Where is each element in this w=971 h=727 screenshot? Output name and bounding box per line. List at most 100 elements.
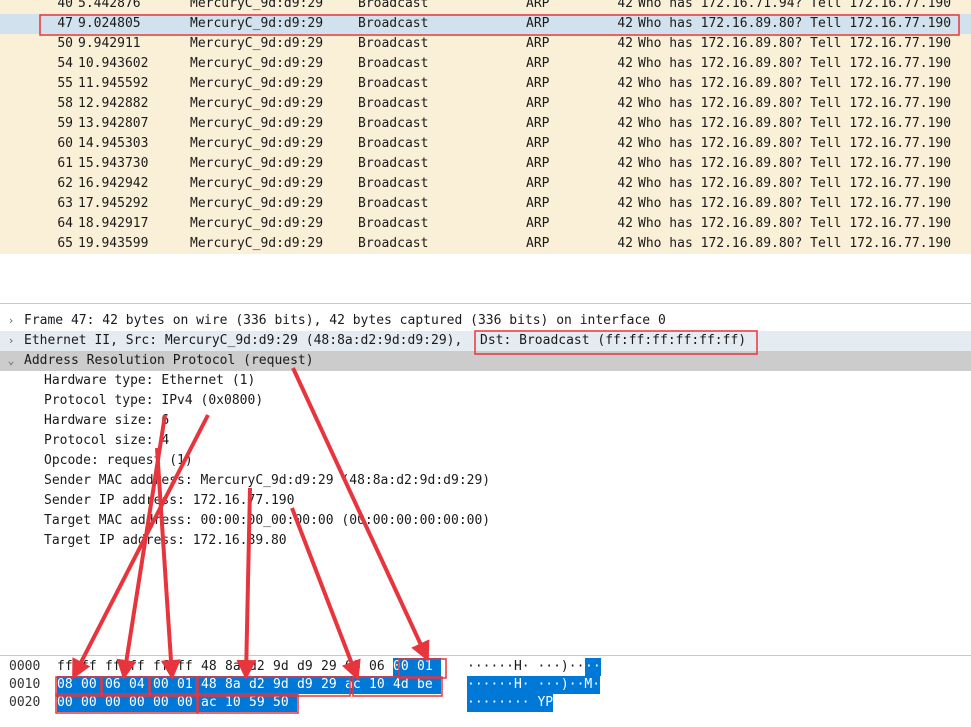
hex-byte[interactable]: 08	[345, 658, 369, 676]
hex-byte-selected[interactable]: d9	[297, 676, 321, 694]
tree-field[interactable]: Sender IP address: 172.16.77.190	[0, 491, 971, 511]
tree-item-arp[interactable]: ⌄ Address Resolution Protocol (request)	[0, 351, 971, 371]
hex-byte[interactable]: ff	[81, 658, 105, 676]
hex-byte-selected[interactable]: 50	[273, 694, 297, 712]
packet-row[interactable]: 65 19.943599 MercuryC_9d:d9:29 Broadcast ARP…	[0, 234, 971, 254]
tree-item-frame[interactable]: › Frame 47: 42 bytes on wire (336 bits),…	[0, 311, 971, 331]
hex-byte-selected[interactable]: 00	[57, 694, 81, 712]
hex-byte-selected[interactable]: 01	[417, 658, 441, 676]
hex-byte[interactable]: 06	[369, 658, 393, 676]
tree-field-label: Protocol type: IPv4 (0x0800)	[44, 393, 264, 408]
hex-byte[interactable]: ff	[57, 658, 81, 676]
hex-byte-selected[interactable]: 00	[105, 694, 129, 712]
packet-info: Who has 172.16.89.80? Tell 172.16.77.190	[638, 36, 952, 51]
hex-byte-selected[interactable]: 9d	[273, 676, 297, 694]
packet-length: 42	[617, 176, 633, 191]
packet-row[interactable]: 55 11.945592 MercuryC_9d:d9:29 Broadcast ARP…	[0, 74, 971, 94]
tree-field-label: Hardware type: Ethernet (1)	[44, 373, 256, 388]
hex-ascii-selected[interactable]: ········ YP	[467, 694, 554, 712]
packet-number: 47	[57, 16, 73, 31]
packet-row-selected[interactable]: 47 9.024805 MercuryC_9d:d9:29 Broadcast ARP 4…	[0, 14, 971, 34]
packet-row[interactable]: 50 9.942911 MercuryC_9d:d9:29 Broadcast ARP 4…	[0, 34, 971, 54]
packet-row[interactable]: 54 10.943602 MercuryC_9d:d9:29 Broadcast ARP…	[0, 54, 971, 74]
hex-byte-selected[interactable]: 8a	[225, 676, 249, 694]
hex-byte-selected[interactable]: 00	[153, 694, 177, 712]
hex-byte-selected[interactable]: ac	[345, 676, 369, 694]
tree-field[interactable]: Target MAC address: 00:00:00_00:00:00 (0…	[0, 511, 971, 531]
hex-byte-selected[interactable]: 00	[81, 694, 105, 712]
hex-byte-selected[interactable]: 00	[393, 658, 417, 676]
pane-divider[interactable]	[0, 303, 971, 304]
packet-row[interactable]: 40 5.442876 MercuryC_9d:d9:29 Broadcast ARP 4…	[0, 0, 971, 14]
packet-info: Who has 172.16.89.80? Tell 172.16.77.190	[638, 116, 952, 131]
packet-row[interactable]: 58 12.942882 MercuryC_9d:d9:29 Broadcast ARP…	[0, 94, 971, 114]
hex-ascii-selected[interactable]: ··	[585, 658, 601, 676]
packet-number: 63	[57, 196, 73, 211]
tree-field[interactable]: Hardware type: Ethernet (1)	[0, 371, 971, 391]
packet-bytes-pane[interactable]: 0000 ff ff ff ff ff ff 48 8a d2 9d d9 29 08 06 00 01 ····…	[0, 656, 971, 727]
packet-destination: Broadcast	[358, 216, 429, 231]
hex-ascii-selected[interactable]: ······H· ···)··M·	[467, 676, 601, 694]
packet-details-tree[interactable]: › Frame 47: 42 bytes on wire (336 bits),…	[0, 311, 971, 656]
packet-number: 54	[57, 56, 73, 71]
packet-row[interactable]: 60 14.945303 MercuryC_9d:d9:29 Broadcast ARP…	[0, 134, 971, 154]
packet-row[interactable]: 59 13.942807 MercuryC_9d:d9:29 Broadcast ARP…	[0, 114, 971, 134]
packet-info: Who has 172.16.71.94? Tell 172.16.77.190	[638, 0, 952, 11]
hex-offset: 0000	[9, 659, 41, 674]
hex-row: 0000 ff ff ff ff ff ff 48 8a d2 9d d9 29 08 06 00 01 ····…	[0, 657, 971, 677]
hex-byte[interactable]: ff	[105, 658, 129, 676]
expand-arrow-icon[interactable]: ›	[4, 331, 18, 351]
hex-byte[interactable]: ff	[129, 658, 153, 676]
hex-byte-selected[interactable]: 01	[177, 676, 201, 694]
hex-byte-selected[interactable]: 4d	[393, 676, 417, 694]
hex-byte-selected[interactable]: 59	[249, 694, 273, 712]
packet-destination: Broadcast	[358, 0, 429, 11]
tree-field[interactable]: Protocol size: 4	[0, 431, 971, 451]
hex-byte-selected[interactable]: 00	[81, 676, 105, 694]
hex-byte[interactable]: 48	[201, 658, 225, 676]
collapse-arrow-icon[interactable]: ⌄	[4, 351, 18, 371]
packet-row[interactable]: 61 15.943730 MercuryC_9d:d9:29 Broadcast ARP…	[0, 154, 971, 174]
hex-byte-selected[interactable]: 00	[129, 694, 153, 712]
hex-byte-selected[interactable]: ac	[201, 694, 225, 712]
hex-byte-selected[interactable]: 04	[129, 676, 153, 694]
expand-arrow-icon[interactable]: ›	[4, 311, 18, 331]
packet-row[interactable]: 63 17.945292 MercuryC_9d:d9:29 Broadcast ARP…	[0, 194, 971, 214]
hex-byte-selected[interactable]: 08	[57, 676, 81, 694]
hex-byte-selected[interactable]: 00	[177, 694, 201, 712]
hex-byte-selected[interactable]: 48	[201, 676, 225, 694]
tree-item-ethernet[interactable]: › Ethernet II, Src: MercuryC_9d:d9:29 (4…	[0, 331, 971, 351]
hex-byte-selected[interactable]: 29	[321, 676, 345, 694]
packet-protocol: ARP	[526, 36, 550, 51]
packet-length: 42	[617, 236, 633, 251]
hex-byte[interactable]: 9d	[273, 658, 297, 676]
packet-row[interactable]: 64 18.942917 MercuryC_9d:d9:29 Broadcast ARP…	[0, 214, 971, 234]
tree-field-label: Sender MAC address: MercuryC_9d:d9:29 (4…	[44, 473, 491, 488]
hex-byte[interactable]: d2	[249, 658, 273, 676]
hex-byte-selected[interactable]: 10	[225, 694, 249, 712]
tree-field[interactable]: Target IP address: 172.16.89.80	[0, 531, 971, 551]
packet-time: 19.943599	[78, 236, 149, 251]
tree-field[interactable]: Opcode: request (1)	[0, 451, 971, 471]
hex-byte-selected[interactable]: be	[417, 676, 441, 694]
packet-protocol: ARP	[526, 236, 550, 251]
packet-list[interactable]: 40 5.442876 MercuryC_9d:d9:29 Broadcast ARP 4…	[0, 0, 971, 255]
hex-byte[interactable]: ff	[177, 658, 201, 676]
hex-byte-selected[interactable]: d2	[249, 676, 273, 694]
hex-byte-selected[interactable]: 10	[369, 676, 393, 694]
packet-destination: Broadcast	[358, 96, 429, 111]
packet-row[interactable]: 62 16.942942 MercuryC_9d:d9:29 Broadcast ARP…	[0, 174, 971, 194]
hex-byte[interactable]: 8a	[225, 658, 249, 676]
tree-field[interactable]: Hardware size: 6	[0, 411, 971, 431]
hex-byte[interactable]: ff	[153, 658, 177, 676]
packet-number: 62	[57, 176, 73, 191]
packet-number: 59	[57, 116, 73, 131]
hex-byte[interactable]: 29	[321, 658, 345, 676]
hex-byte-selected[interactable]: 00	[153, 676, 177, 694]
hex-ascii[interactable]: ······H· ···)··	[467, 658, 584, 676]
packet-destination: Broadcast	[358, 236, 429, 251]
tree-field[interactable]: Sender MAC address: MercuryC_9d:d9:29 (4…	[0, 471, 971, 491]
hex-byte-selected[interactable]: 06	[105, 676, 129, 694]
tree-field[interactable]: Protocol type: IPv4 (0x0800)	[0, 391, 971, 411]
hex-byte[interactable]: d9	[297, 658, 321, 676]
